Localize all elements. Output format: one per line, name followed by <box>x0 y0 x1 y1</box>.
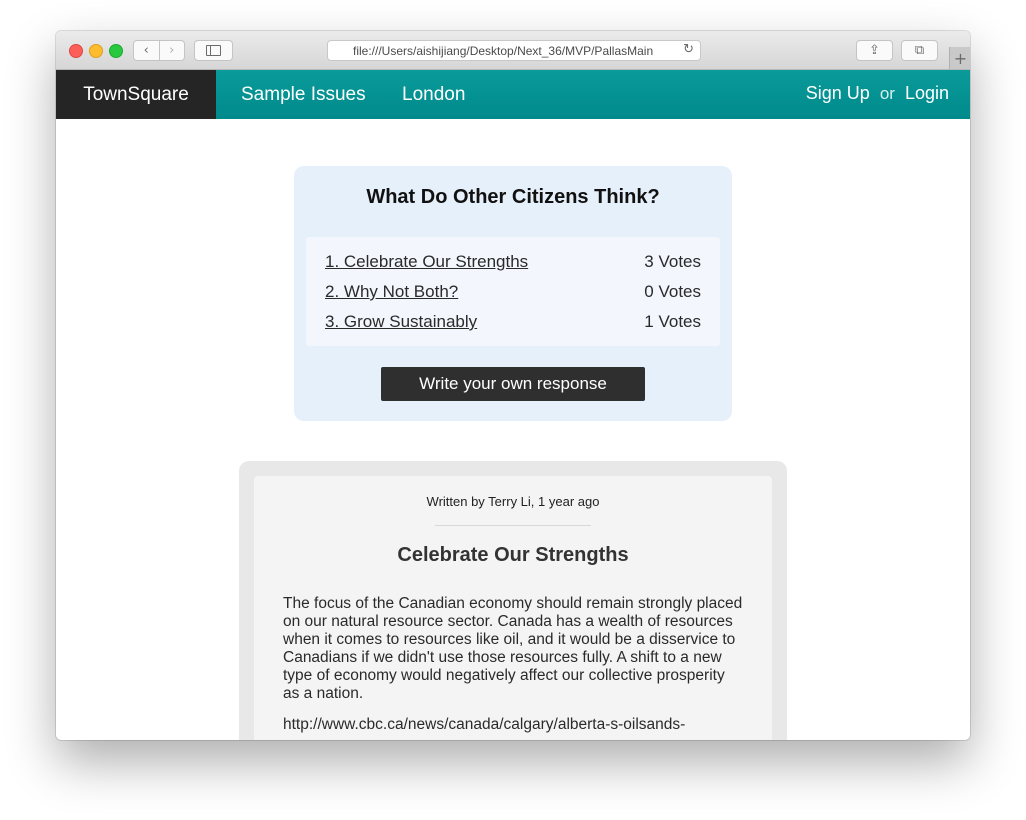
response-card: Written by Terry Li, 1 year ago Celebrat… <box>239 461 787 740</box>
vote-count: 3 Votes <box>644 252 701 271</box>
or-separator: or <box>879 83 895 103</box>
sidebar-toggle-button[interactable] <box>194 40 233 61</box>
poll-option-link[interactable]: 2. Why Not Both? <box>325 282 458 302</box>
zoom-window-button[interactable] <box>109 44 123 58</box>
response-body-text: The focus of the Canadian economy should… <box>283 595 743 702</box>
vote-count: 1 Votes <box>644 312 701 331</box>
nav-link-london[interactable]: London <box>402 70 465 119</box>
tabs-icon: ⧉ <box>914 43 925 58</box>
poll-option-row: 1. Celebrate Our Strengths 3 Votes <box>325 252 701 276</box>
auth-links: Sign Up or Login <box>806 70 949 117</box>
byline-divider <box>435 525 591 526</box>
sidebar-icon <box>206 45 221 56</box>
poll-option-row: 3. Grow Sustainably 1 Votes <box>325 312 701 336</box>
back-icon[interactable]: ‹ <box>134 41 159 60</box>
share-button[interactable]: ⇪ <box>856 40 893 61</box>
share-icon: ⇪ <box>869 43 880 58</box>
show-tabs-button[interactable]: ⧉ <box>901 40 938 61</box>
browser-window: ‹ › file:///Users/aishijiang/Desktop/Nex… <box>56 31 970 740</box>
nav-link-sample-issues[interactable]: Sample Issues <box>241 70 366 119</box>
poll-option-row: 2. Why Not Both? 0 Votes <box>325 282 701 306</box>
minimize-window-button[interactable] <box>89 44 103 58</box>
poll-title: What Do Other Citizens Think? <box>366 186 660 208</box>
poll-option-link[interactable]: 1. Celebrate Our Strengths <box>325 252 528 272</box>
response-card-body: Written by Terry Li, 1 year ago Celebrat… <box>254 476 772 740</box>
plus-icon: + <box>953 48 968 68</box>
response-source-link[interactable]: http://www.cbc.ca/news/canada/calgary/al… <box>283 716 745 734</box>
url-text: file:///Users/aishijiang/Desktop/Next_36… <box>353 43 654 58</box>
new-tab-button[interactable]: + <box>949 47 970 69</box>
response-title: Celebrate Our Strengths <box>397 544 629 566</box>
forward-icon[interactable]: › <box>158 41 185 60</box>
response-byline: Written by Terry Li, 1 year ago <box>426 494 600 509</box>
site-navbar: TownSquare Sample Issues London Sign Up … <box>56 70 970 119</box>
brand-logo[interactable]: TownSquare <box>56 70 216 119</box>
close-window-button[interactable] <box>69 44 83 58</box>
login-link[interactable]: Login <box>905 83 949 104</box>
poll-options-list: 1. Celebrate Our Strengths 3 Votes 2. Wh… <box>306 237 720 346</box>
poll-option-link[interactable]: 3. Grow Sustainably <box>325 312 477 332</box>
reload-icon[interactable]: ↻ <box>683 42 694 57</box>
history-nav-buttons: ‹ › <box>133 40 185 61</box>
vote-count: 0 Votes <box>644 282 701 301</box>
write-response-button[interactable]: Write your own response <box>381 367 645 401</box>
poll-panel: What Do Other Citizens Think? 1. Celebra… <box>294 166 732 421</box>
sign-up-link[interactable]: Sign Up <box>806 83 870 104</box>
address-bar[interactable]: file:///Users/aishijiang/Desktop/Next_36… <box>327 40 701 61</box>
title-bar: ‹ › file:///Users/aishijiang/Desktop/Nex… <box>56 31 970 70</box>
